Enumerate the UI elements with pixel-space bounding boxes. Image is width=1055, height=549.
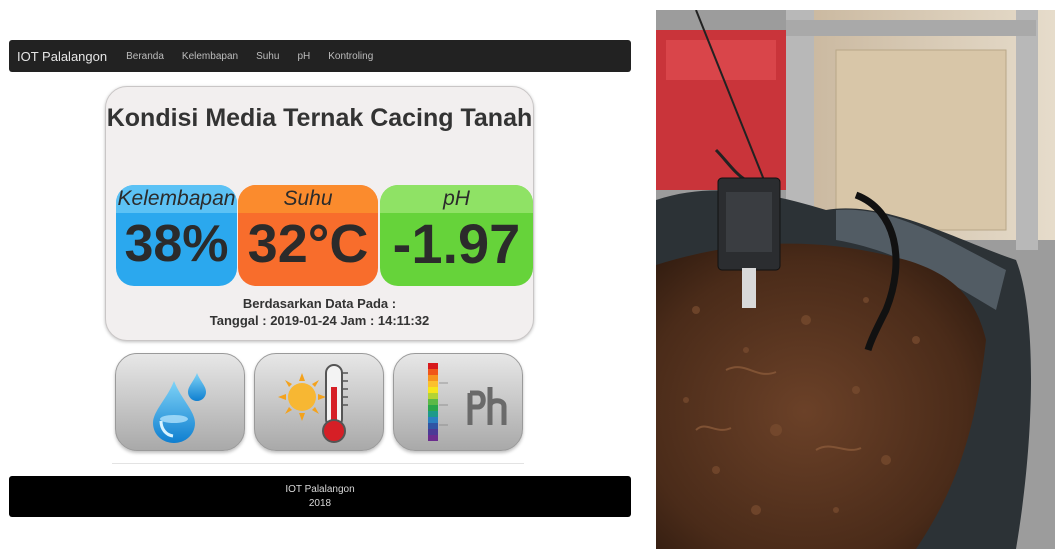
- humidity-label: Kelembapan: [116, 185, 237, 213]
- temperature-label: Suhu: [238, 185, 378, 213]
- ph-value: -1.97: [392, 212, 521, 275]
- navbar-brand[interactable]: IOT Palalangon: [17, 49, 107, 64]
- water-drop-icon: [153, 373, 206, 443]
- footer: IOT Palalangon 2018: [9, 476, 631, 517]
- caption-line-1: Berdasarkan Data Pada :: [242, 296, 397, 311]
- temperature-value: 32°C: [247, 214, 369, 274]
- card-title: Kondisi Media Ternak Cacing Tanah: [106, 104, 533, 132]
- ph-scale-icon: [428, 363, 507, 441]
- caption-line-2: Tanggal : 2019-01-24 Jam : 14:11:32: [209, 313, 430, 328]
- ph-button[interactable]: [393, 353, 523, 451]
- humidity-tile: Kelembapan 38%: [116, 185, 237, 286]
- footer-brand: IOT Palalangon: [285, 484, 355, 495]
- nav-item-kontroling[interactable]: Kontroling: [328, 51, 373, 62]
- humidity-value: 38%: [124, 215, 229, 273]
- soil-sensor-photo: [656, 10, 1055, 549]
- nav-item-suhu[interactable]: Suhu: [256, 51, 279, 62]
- ph-label: pH: [380, 185, 533, 213]
- divider: [112, 463, 524, 464]
- humidity-button[interactable]: [115, 353, 245, 451]
- nav-item-beranda[interactable]: Beranda: [126, 51, 164, 62]
- navbar: IOT Palalangon Beranda Kelembapan Suhu p…: [9, 40, 631, 72]
- ph-tile: pH -1.97: [380, 185, 533, 286]
- nav-item-ph[interactable]: pH: [297, 51, 310, 62]
- status-card: Kondisi Media Ternak Cacing Tanah Kelemb…: [105, 86, 534, 341]
- nav-item-kelembapan[interactable]: Kelembapan: [182, 51, 238, 62]
- thermometer-sun-icon: [278, 364, 348, 443]
- soil-sensor-photo-illustration: [656, 10, 1055, 549]
- temperature-tile: Suhu 32°C: [238, 185, 378, 286]
- footer-year: 2018: [308, 498, 332, 509]
- temperature-button[interactable]: [254, 353, 384, 451]
